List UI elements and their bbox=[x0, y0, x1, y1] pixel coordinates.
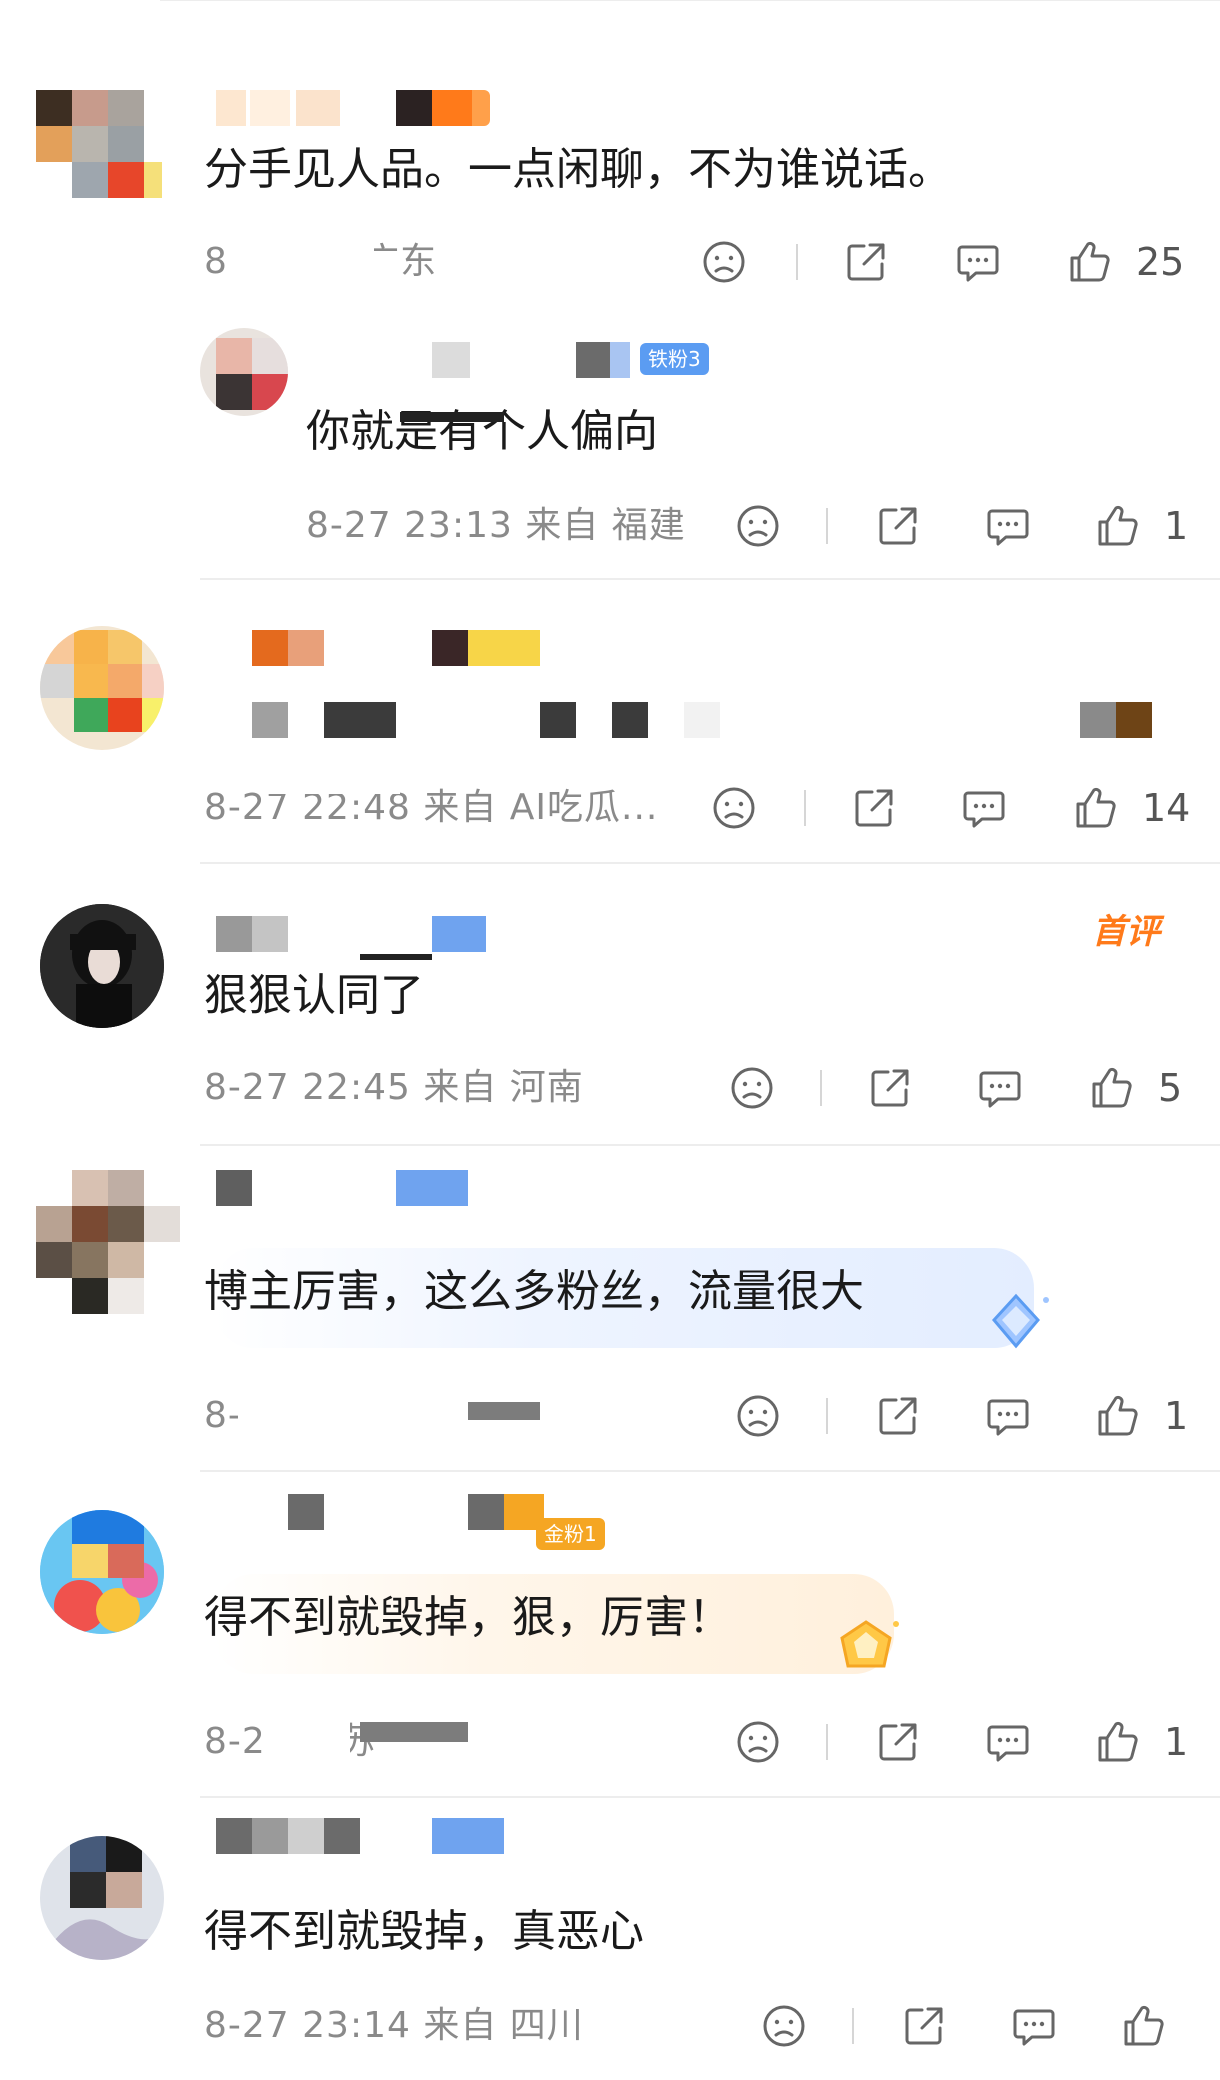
dislike-icon[interactable] bbox=[728, 1064, 776, 1112]
like-icon[interactable] bbox=[1094, 1392, 1142, 1440]
comment-actions: 5 bbox=[728, 1064, 1208, 1124]
dislike-icon[interactable] bbox=[734, 502, 782, 550]
like-icon[interactable] bbox=[1088, 1064, 1136, 1112]
dislike-icon[interactable] bbox=[760, 2002, 808, 2050]
comment-meta: 8-27 23:14 来自 四川 bbox=[204, 2005, 584, 2046]
comment-actions: 1 bbox=[734, 1392, 1204, 1452]
avatar[interactable] bbox=[40, 1510, 164, 1634]
comment-icon[interactable] bbox=[1010, 2002, 1058, 2050]
comment-icon[interactable] bbox=[954, 238, 1002, 286]
username-blurred[interactable] bbox=[216, 1170, 516, 1206]
divider bbox=[200, 862, 1220, 864]
meta-redaction bbox=[234, 236, 374, 284]
avatar-photo bbox=[40, 1919, 164, 1960]
like-count: 1 bbox=[1164, 504, 1189, 548]
share-icon[interactable] bbox=[866, 1064, 914, 1112]
username-blurred[interactable] bbox=[216, 90, 496, 126]
comment-text: 狠狠认同了 bbox=[204, 970, 424, 1021]
separator bbox=[826, 1724, 828, 1760]
like-icon[interactable] bbox=[1094, 502, 1142, 550]
comment-icon[interactable] bbox=[984, 502, 1032, 550]
comment-actions: 14 bbox=[710, 784, 1200, 844]
avatar-photo bbox=[40, 904, 164, 1028]
meta-redaction bbox=[238, 1390, 468, 1438]
avatar[interactable] bbox=[200, 328, 288, 416]
share-icon[interactable] bbox=[842, 238, 890, 286]
avatar[interactable] bbox=[36, 1170, 180, 1314]
share-icon[interactable] bbox=[900, 2002, 948, 2050]
avatar-photo bbox=[40, 1510, 164, 1634]
like-count: 14 bbox=[1142, 786, 1191, 830]
comment-meta: 8-27 23:13 来自 福建 bbox=[306, 505, 686, 546]
text-redaction bbox=[400, 412, 504, 422]
divider bbox=[200, 1796, 1220, 1798]
like-count: 1 bbox=[1164, 1394, 1189, 1438]
username-blurred[interactable] bbox=[252, 630, 552, 666]
share-icon[interactable] bbox=[874, 1392, 922, 1440]
separator bbox=[796, 244, 798, 280]
comment-actions: 25 bbox=[700, 238, 1200, 298]
share-icon[interactable] bbox=[850, 784, 898, 832]
divider bbox=[200, 578, 1220, 580]
avatar[interactable] bbox=[40, 626, 164, 750]
avatar[interactable] bbox=[36, 90, 166, 202]
fan-badge: 金粉1 bbox=[536, 1518, 605, 1550]
like-icon[interactable] bbox=[1072, 784, 1120, 832]
comment-text: 分手见人品。一点闲聊，不为谁说话。 bbox=[204, 144, 952, 195]
like-icon[interactable] bbox=[1120, 2002, 1168, 2050]
comment-icon[interactable] bbox=[976, 1064, 1024, 1112]
top-divider bbox=[160, 0, 1220, 1]
name-underline bbox=[360, 954, 432, 960]
comment-actions: 1 bbox=[734, 502, 1204, 562]
meta-redaction bbox=[260, 774, 400, 794]
dislike-icon[interactable] bbox=[710, 784, 758, 832]
separator bbox=[804, 790, 806, 826]
fan-badge: 铁粉3 bbox=[640, 343, 709, 375]
meta-redaction-bar bbox=[468, 1402, 540, 1420]
avatar[interactable] bbox=[40, 904, 164, 1028]
comment-text-blurred bbox=[252, 702, 1152, 738]
comment-actions bbox=[760, 2002, 1200, 2062]
share-icon[interactable] bbox=[874, 1718, 922, 1766]
like-icon[interactable] bbox=[1066, 238, 1114, 286]
comment-text: 博主厉害，这么多粉丝，流量很大 bbox=[204, 1266, 864, 1317]
divider bbox=[200, 1470, 1220, 1472]
like-count: 1 bbox=[1164, 1720, 1189, 1764]
divider bbox=[200, 1144, 1220, 1146]
comment-icon[interactable] bbox=[984, 1718, 1032, 1766]
meta-redaction bbox=[266, 1716, 350, 1764]
separator bbox=[852, 2008, 854, 2044]
username-blurred[interactable] bbox=[216, 916, 536, 952]
avatar[interactable] bbox=[40, 1836, 164, 1960]
first-comment-tag: 首评 bbox=[1092, 912, 1160, 952]
dislike-icon[interactable] bbox=[734, 1392, 782, 1440]
crown-badge-icon bbox=[840, 1620, 899, 1668]
like-icon[interactable] bbox=[1094, 1718, 1142, 1766]
separator bbox=[826, 508, 828, 544]
dislike-icon[interactable] bbox=[700, 238, 748, 286]
username-blurred[interactable] bbox=[216, 1494, 576, 1530]
meta-redaction-bar bbox=[360, 1722, 468, 1742]
separator bbox=[826, 1398, 828, 1434]
username-blurred[interactable] bbox=[216, 1818, 536, 1854]
like-count: 5 bbox=[1158, 1066, 1183, 1110]
comment-text: 得不到就毁掉，真恶心 bbox=[204, 1906, 644, 1957]
comment-icon[interactable] bbox=[984, 1392, 1032, 1440]
diamond-badge-icon bbox=[992, 1293, 1049, 1349]
comment-actions: 1 bbox=[734, 1718, 1204, 1778]
comment-text: 得不到就毁掉，狠，厉害！ bbox=[204, 1592, 732, 1643]
share-icon[interactable] bbox=[874, 502, 922, 550]
like-count: 25 bbox=[1136, 240, 1185, 284]
comment-meta: 8-27 22:45 来自 河南 bbox=[204, 1067, 584, 1108]
dislike-icon[interactable] bbox=[734, 1718, 782, 1766]
comment-icon[interactable] bbox=[960, 784, 1008, 832]
separator bbox=[820, 1070, 822, 1106]
